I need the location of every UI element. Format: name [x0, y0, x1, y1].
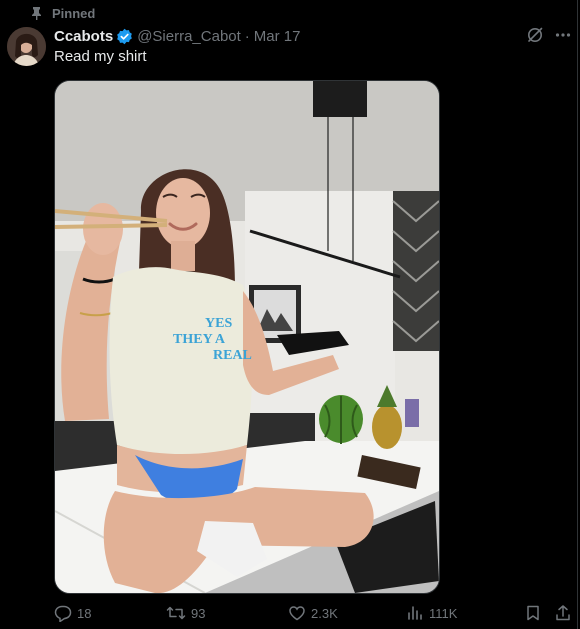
pinned-post[interactable]: Pinned Ccabots @Sierra_Cabot · Mar 17 Re… — [0, 0, 578, 629]
shirt-text-line-1: YES — [205, 316, 232, 331]
grok-icon[interactable] — [526, 26, 544, 49]
separator-dot: · — [244, 27, 250, 45]
post-date[interactable]: Mar 17 — [254, 28, 301, 45]
bookmark-icon — [527, 605, 539, 621]
views-button[interactable]: 111K — [406, 603, 457, 623]
views-icon — [408, 606, 422, 620]
verified-badge-icon[interactable] — [116, 28, 133, 45]
shirt-text-line-3: REAL — [213, 348, 252, 363]
like-count: 2.3K — [311, 605, 338, 621]
like-button[interactable]: 2.3K — [288, 603, 338, 623]
pin-icon — [30, 6, 43, 20]
pinned-label: Pinned — [52, 5, 96, 21]
action-bar: 18 93 2.3K 111K — [54, 603, 574, 623]
repost-count: 93 — [191, 605, 206, 621]
pinned-indicator: Pinned — [30, 5, 95, 21]
heart-icon — [289, 606, 305, 621]
more-options-icon[interactable] — [554, 26, 572, 49]
post-text: Read my shirt — [54, 48, 147, 65]
reply-count: 18 — [77, 605, 92, 621]
share-button[interactable] — [554, 603, 572, 623]
display-name[interactable]: Ccabots — [54, 28, 113, 45]
repost-icon — [166, 606, 186, 620]
author-handle[interactable]: @Sierra_Cabot — [137, 28, 241, 45]
repost-button[interactable]: 93 — [166, 603, 205, 623]
post-photo[interactable]: YES THEY A REAL — [54, 80, 440, 594]
bookmark-button[interactable] — [524, 603, 542, 623]
share-icon — [556, 605, 570, 621]
shirt-text-line-2: THEY A — [173, 332, 226, 347]
post-header: Ccabots @Sierra_Cabot · Mar 17 — [54, 26, 300, 46]
reply-button[interactable]: 18 — [54, 603, 91, 623]
view-count: 111K — [429, 605, 458, 621]
reply-icon — [54, 605, 72, 622]
avatar[interactable] — [7, 27, 46, 66]
